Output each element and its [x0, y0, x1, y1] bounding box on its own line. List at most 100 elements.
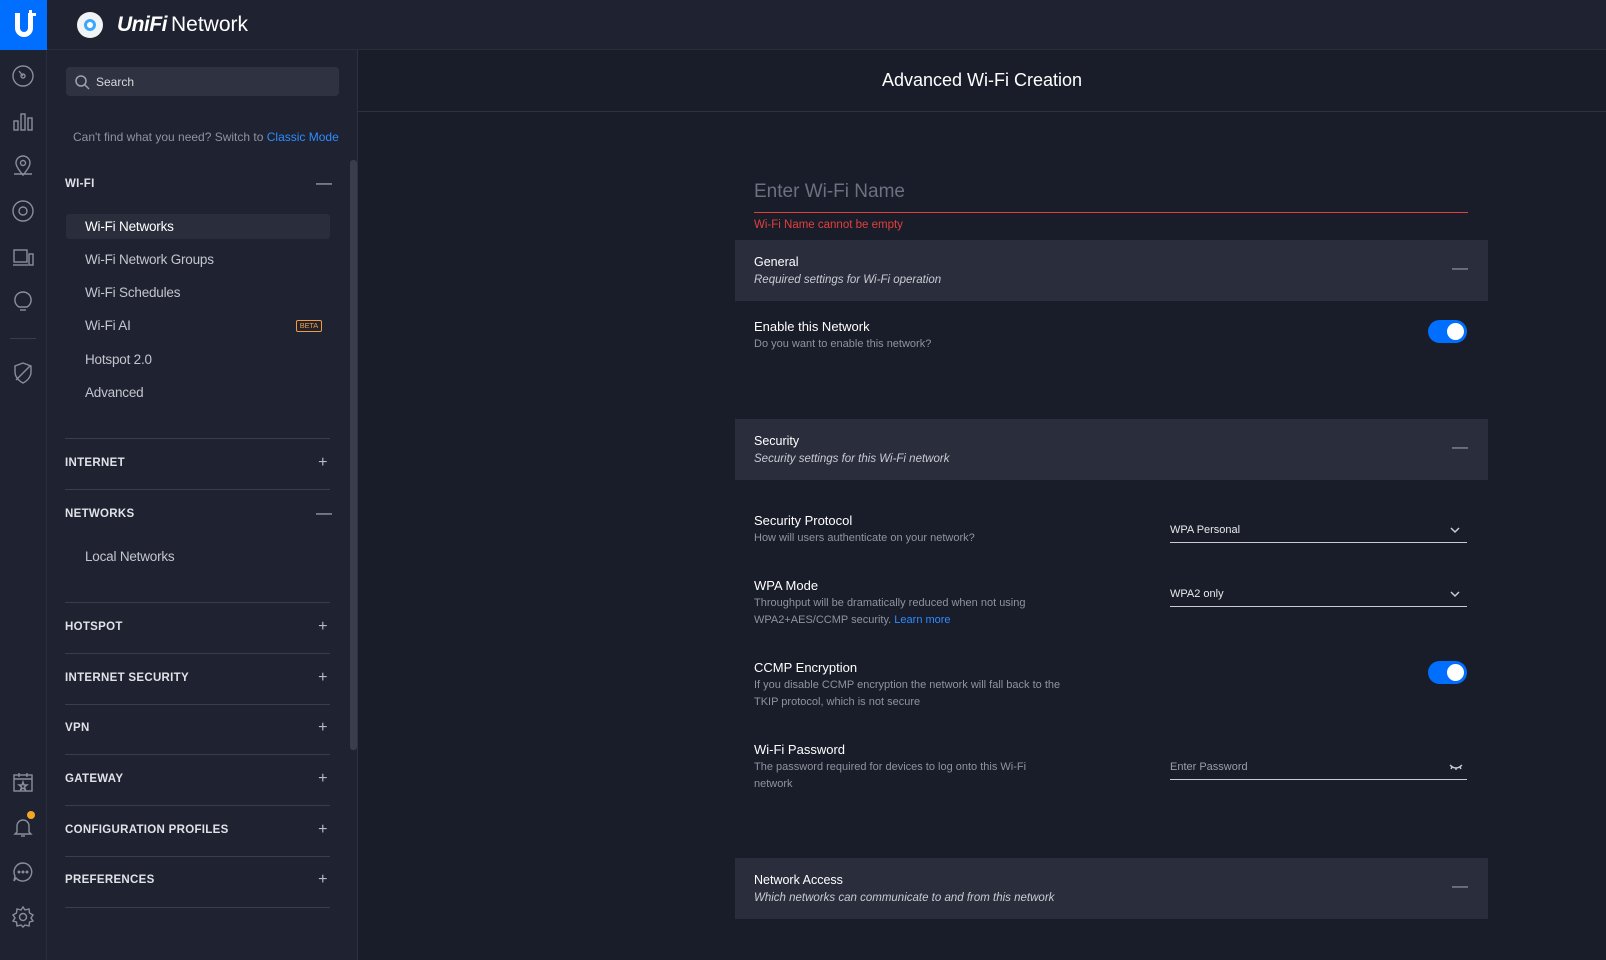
- section-configuration-profiles[interactable]: CONFIGURATION PROFILES +: [65, 820, 330, 840]
- dashboard-icon[interactable]: [8, 61, 38, 91]
- wpa-mode-value: WPA2 only: [1170, 588, 1224, 600]
- wpa-mode-select[interactable]: WPA2 only: [1170, 582, 1467, 607]
- general-section-header[interactable]: General Required settings for Wi-Fi oper…: [735, 240, 1488, 301]
- search-input[interactable]: [96, 74, 326, 89]
- network-access-title: Network Access: [754, 873, 843, 887]
- clients-icon[interactable]: [8, 242, 38, 272]
- page-title: Advanced Wi-Fi Creation: [881, 70, 1083, 90]
- statistics-icon[interactable]: [8, 106, 38, 136]
- section-vpn-label: VPN: [65, 722, 90, 734]
- expand-icon: +: [318, 770, 328, 787]
- devices-icon[interactable]: [8, 196, 38, 226]
- wifi-name-field[interactable]: [754, 172, 1468, 213]
- brand-name: Network: [171, 12, 249, 36]
- sidebar-item-wifi-ai[interactable]: Wi-Fi AI BETA: [66, 313, 330, 338]
- section-hotspot-label: HOTSPOT: [65, 621, 123, 633]
- general-subtitle: Required settings for Wi-Fi operation: [754, 274, 942, 286]
- section-configuration-profiles-label: CONFIGURATION PROFILES: [65, 824, 229, 836]
- section-divider: [65, 438, 330, 439]
- sidebar-item-local-networks[interactable]: Local Networks: [66, 544, 330, 569]
- expand-icon: +: [318, 454, 328, 471]
- section-internet-label: INTERNET: [65, 457, 125, 469]
- section-hotspot[interactable]: HOTSPOT +: [65, 617, 330, 637]
- sidebar-item-wifi-schedules[interactable]: Wi-Fi Schedules: [66, 280, 330, 305]
- search-box[interactable]: [66, 67, 339, 96]
- chat-icon[interactable]: [8, 857, 38, 887]
- wifi-password-desc: The password required for devices to log…: [754, 761, 1027, 790]
- wifi-name-input[interactable]: [754, 172, 1468, 212]
- collapse-icon: —: [1452, 439, 1468, 456]
- sidebar-item-label: Wi-Fi Networks: [85, 219, 174, 234]
- top-bar: UniFi Network: [47, 0, 1606, 50]
- section-divider: [65, 653, 330, 654]
- section-internet-security[interactable]: INTERNET SECURITY +: [65, 668, 330, 688]
- section-divider: [65, 907, 330, 908]
- sidebar-item-wifi-network-groups[interactable]: Wi-Fi Network Groups: [66, 247, 330, 272]
- wifi-name-error: Wi-Fi Name cannot be empty: [754, 219, 903, 231]
- events-calendar-icon[interactable]: [8, 767, 38, 797]
- collapse-icon: —: [1452, 260, 1468, 277]
- section-wifi-label: WI-FI: [65, 178, 95, 190]
- brand-prefix: UniFi: [117, 12, 168, 36]
- security-protocol-select[interactable]: WPA Personal: [1170, 518, 1467, 543]
- notifications-bell-icon[interactable]: [8, 811, 38, 842]
- section-wifi[interactable]: WI-FI —: [65, 174, 332, 194]
- settings-gear-icon[interactable]: [8, 902, 38, 932]
- sidebar-item-label: Wi-Fi AI: [85, 318, 131, 333]
- wpa-mode-title: WPA Mode: [754, 578, 819, 593]
- enable-network-title: Enable this Network: [754, 319, 870, 334]
- wpa-mode-desc-text: Throughput will be dramatically reduced …: [754, 597, 1026, 626]
- security-shield-icon[interactable]: [8, 358, 38, 388]
- collapse-icon: —: [1452, 878, 1468, 895]
- security-section-header[interactable]: Security Security settings for this Wi-F…: [735, 419, 1488, 480]
- enable-network-desc: Do you want to enable this network?: [754, 338, 932, 350]
- general-title: General: [754, 255, 799, 269]
- ubiquiti-logo[interactable]: [0, 0, 47, 50]
- ccmp-encryption-toggle[interactable]: [1428, 661, 1467, 684]
- rail-divider: [10, 338, 36, 339]
- security-protocol-desc: How will users authenticate on your netw…: [754, 532, 975, 544]
- chevron-down-icon: [1450, 591, 1460, 598]
- sidebar-item-label: Advanced: [85, 385, 144, 400]
- icon-rail: [0, 0, 47, 960]
- map-icon[interactable]: [8, 151, 38, 181]
- network-access-section-header[interactable]: Network Access Which networks can commun…: [735, 858, 1488, 919]
- section-networks-label: NETWORKS: [65, 508, 135, 520]
- wifi-password-field[interactable]: [1170, 754, 1467, 780]
- expand-icon: +: [318, 719, 328, 736]
- sidebar-item-label: Wi-Fi Schedules: [85, 285, 181, 300]
- sidebar-item-label: Wi-Fi Network Groups: [85, 252, 214, 267]
- wifi-password-input[interactable]: [1170, 760, 1440, 773]
- section-divider: [65, 602, 330, 603]
- security-protocol-title: Security Protocol: [754, 513, 853, 528]
- security-protocol-value: WPA Personal: [1170, 524, 1241, 536]
- sidebar-item-wifi-networks[interactable]: Wi-Fi Networks: [66, 214, 330, 239]
- insights-icon[interactable]: [8, 286, 38, 316]
- notification-dot: [27, 811, 35, 819]
- show-password-eye-icon[interactable]: [1449, 762, 1463, 772]
- section-preferences-label: PREFERENCES: [65, 874, 155, 886]
- page-header: Advanced Wi-Fi Creation: [358, 50, 1606, 112]
- expand-icon: +: [318, 871, 328, 888]
- section-divider: [65, 704, 330, 705]
- sidebar-item-label: Local Networks: [85, 549, 175, 564]
- section-networks[interactable]: NETWORKS —: [65, 504, 332, 524]
- sidebar-item-label: Hotspot 2.0: [85, 352, 152, 367]
- classic-mode-link[interactable]: Classic Mode: [267, 130, 339, 144]
- section-gateway[interactable]: GATEWAY +: [65, 769, 330, 789]
- search-icon: [75, 74, 90, 90]
- enable-network-toggle[interactable]: [1428, 320, 1467, 343]
- security-subtitle: Security settings for this Wi-Fi network: [754, 453, 950, 465]
- section-preferences[interactable]: PREFERENCES +: [65, 870, 330, 890]
- expand-icon: +: [318, 821, 328, 838]
- app-brand: UniFi Network: [117, 13, 248, 37]
- section-vpn[interactable]: VPN +: [65, 718, 330, 738]
- sidebar-item-advanced[interactable]: Advanced: [66, 380, 330, 405]
- learn-more-link[interactable]: Learn more: [894, 614, 950, 626]
- sidebar-item-hotspot-2[interactable]: Hotspot 2.0: [66, 347, 330, 372]
- sidebar-scrollbar[interactable]: [350, 160, 357, 750]
- unifi-badge-icon: [77, 11, 103, 38]
- expand-icon: +: [318, 618, 328, 635]
- expand-icon: +: [318, 669, 328, 686]
- section-internet[interactable]: INTERNET +: [65, 453, 330, 473]
